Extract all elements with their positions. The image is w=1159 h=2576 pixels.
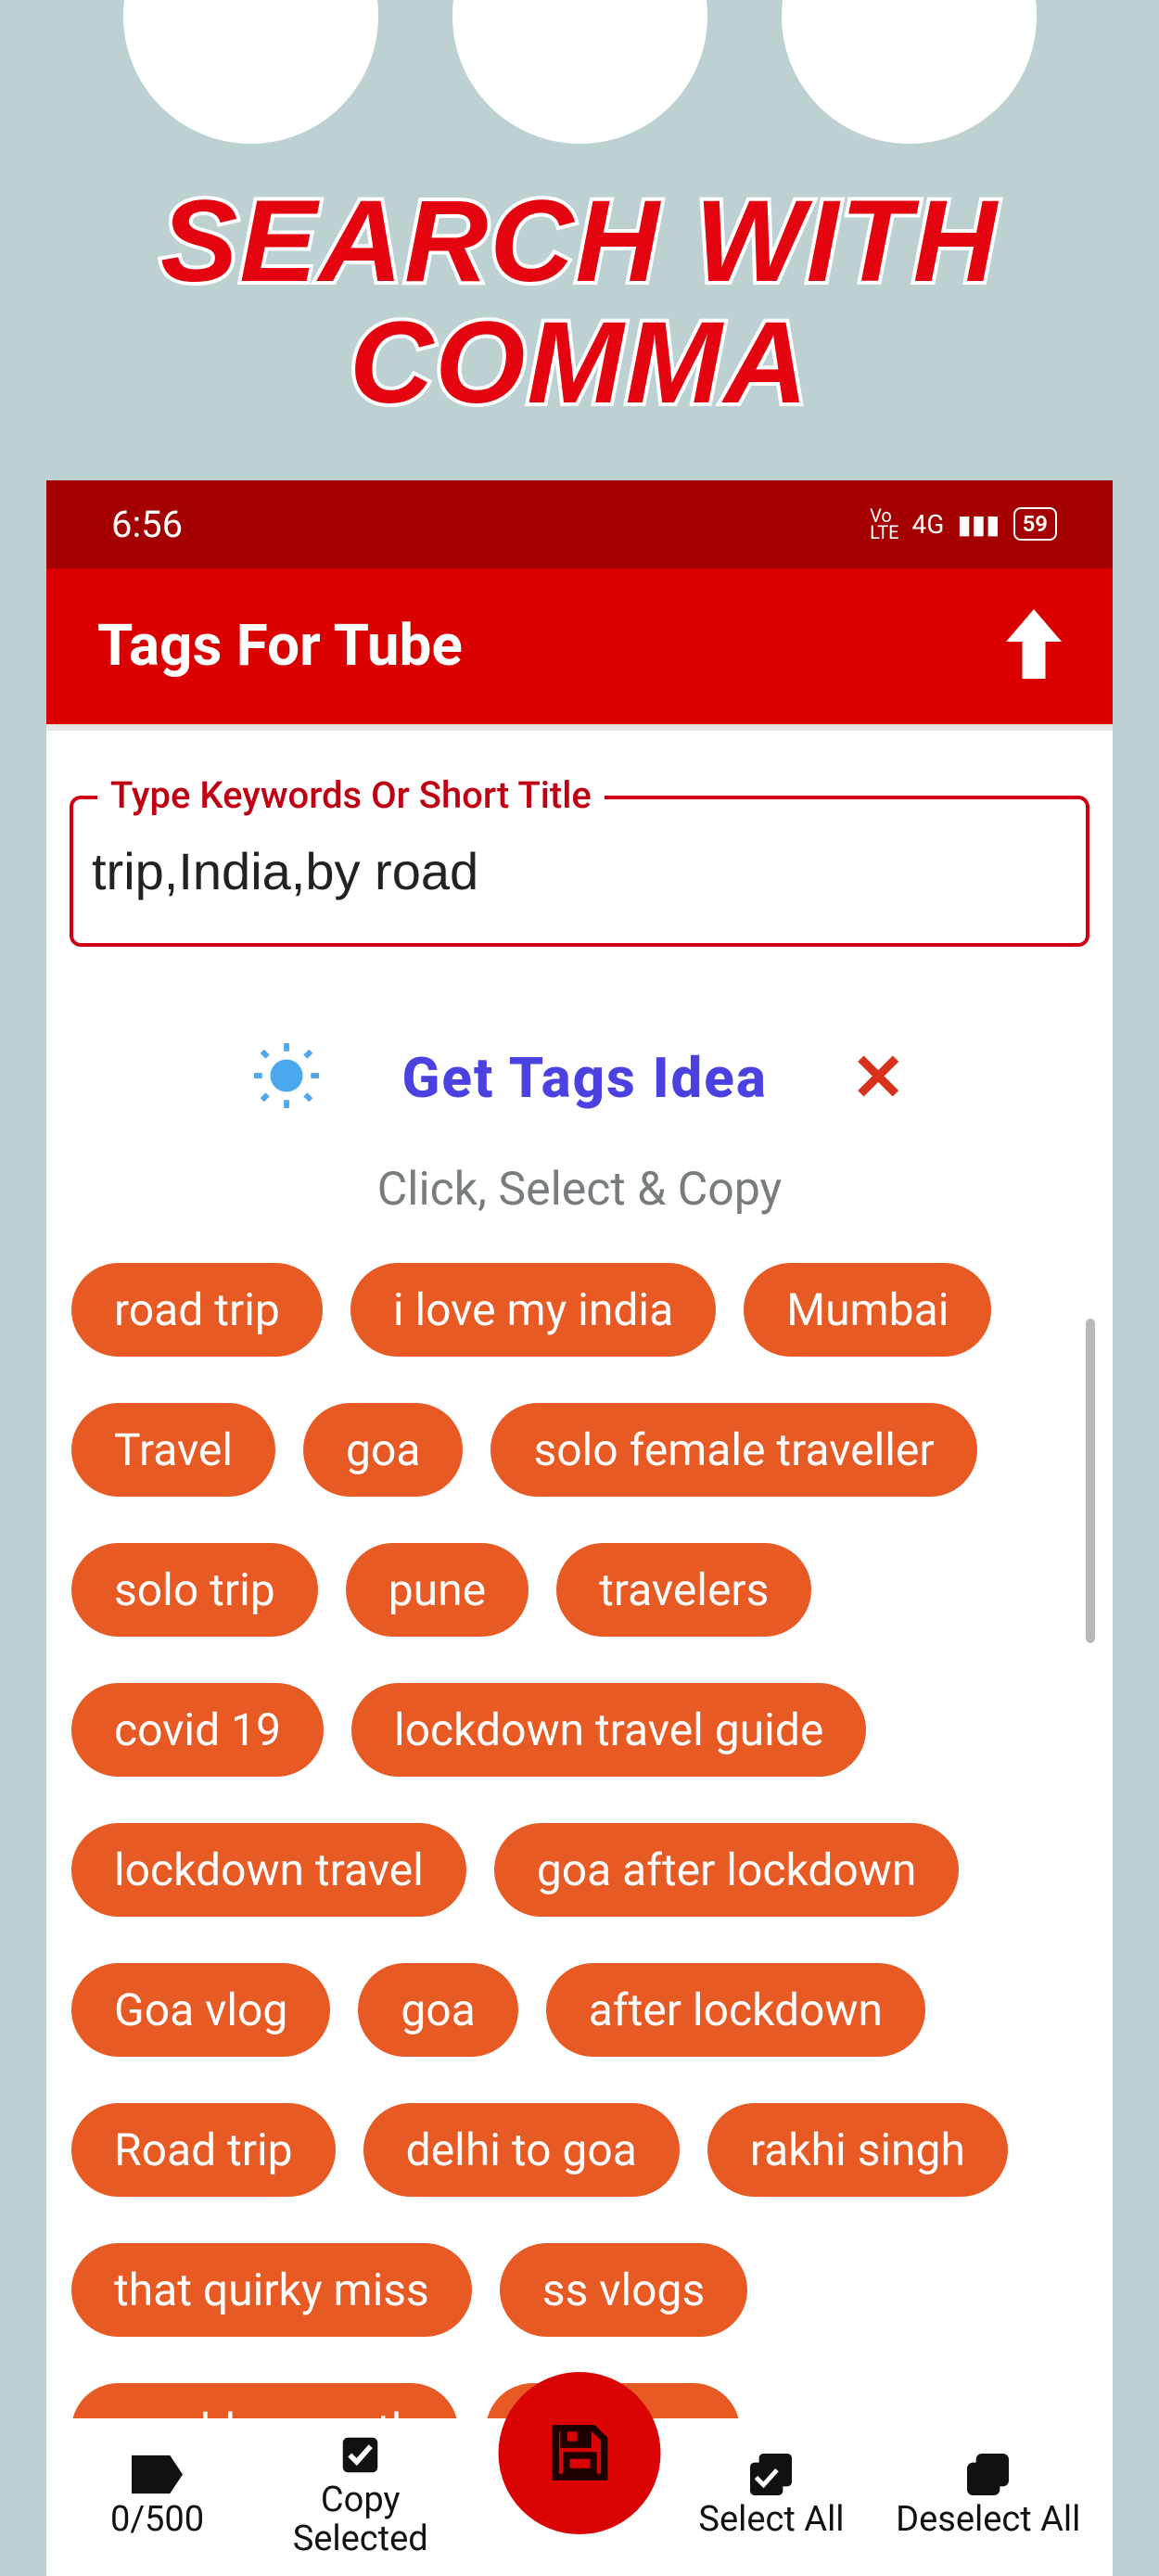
- get-tags-button[interactable]: Get Tags Idea: [402, 1045, 768, 1111]
- headline-text: SEARCH WITH COMMA: [9, 181, 1150, 425]
- get-tags-row: Get Tags Idea ✕: [60, 1039, 1099, 1116]
- tag-chip[interactable]: pune: [346, 1543, 529, 1637]
- upload-icon[interactable]: [1006, 609, 1062, 682]
- app-title: Tags For Tube: [97, 612, 463, 680]
- tag-chip[interactable]: solo female traveller: [490, 1403, 976, 1497]
- decorative-circles: [0, 0, 1159, 144]
- deselect-all-button[interactable]: Deselect All: [896, 2454, 1080, 2540]
- save-icon: [547, 2420, 612, 2485]
- instruction-text: Click, Select & Copy: [60, 1163, 1099, 1217]
- tag-chip[interactable]: goa after lockdown: [494, 1823, 960, 1917]
- select-all-label: Select All: [698, 2501, 844, 2540]
- tag-chip[interactable]: Mumbai: [744, 1263, 991, 1357]
- battery-icon: 59: [1013, 507, 1057, 541]
- tag-chip[interactable]: lockdown travel guide: [351, 1683, 866, 1777]
- network-icon: 4G: [912, 509, 945, 540]
- phone-frame: 6:56 VoLTE 4G ▮▮▮ 59 Tags For Tube Type …: [46, 480, 1113, 2576]
- copy-selected-button[interactable]: CopySelected: [282, 2434, 439, 2559]
- tag-chip[interactable]: ss vlogs: [500, 2243, 747, 2337]
- counter-text: 0/500: [110, 2501, 204, 2540]
- scrollbar[interactable]: [1086, 1319, 1095, 1643]
- status-time: 6:56: [111, 503, 183, 546]
- status-right: VoLTE 4G ▮▮▮ 59: [870, 507, 1057, 541]
- tag-chip[interactable]: covid 19: [71, 1683, 324, 1777]
- save-fab[interactable]: [499, 2372, 661, 2534]
- signal-icon: ▮▮▮: [957, 509, 1000, 540]
- tag-chip[interactable]: i love my india: [350, 1263, 716, 1357]
- select-all-button[interactable]: Select All: [693, 2454, 850, 2540]
- tag-chip[interactable]: goa: [303, 1403, 463, 1497]
- search-input[interactable]: [70, 796, 1089, 947]
- circle: [782, 0, 1037, 144]
- lightbulb-icon: [254, 1043, 319, 1112]
- search-field-label: Type Keywords Or Short Title: [97, 773, 605, 817]
- tag-chip[interactable]: road trip: [71, 1263, 323, 1357]
- tag-chip[interactable]: delhi to goa: [363, 2103, 680, 2197]
- counter-item: 0/500: [79, 2454, 236, 2540]
- content-area: Type Keywords Or Short Title Get Tags Id…: [46, 731, 1113, 2576]
- tag-chip[interactable]: goa: [358, 1963, 517, 2057]
- circle: [452, 0, 707, 144]
- tag-chip[interactable]: Road trip: [71, 2103, 336, 2197]
- search-field-wrap: Type Keywords Or Short Title: [70, 796, 1089, 947]
- circle: [123, 0, 378, 144]
- volte-icon: VoLTE: [870, 507, 898, 541]
- status-bar: 6:56 VoLTE 4G ▮▮▮ 59: [46, 480, 1113, 568]
- tag-chip[interactable]: lockdown travel: [71, 1823, 466, 1917]
- tag-chip[interactable]: travelers: [556, 1543, 811, 1637]
- tag-chip[interactable]: Travel: [71, 1403, 275, 1497]
- close-icon[interactable]: ✕: [851, 1039, 906, 1116]
- tag-chip[interactable]: that quirky miss: [71, 2243, 472, 2337]
- tag-chip[interactable]: after lockdown: [546, 1963, 925, 2057]
- tag-chip[interactable]: rakhi singh: [707, 2103, 1008, 2197]
- tag-chip[interactable]: Goa vlog: [71, 1963, 330, 2057]
- tag-chip[interactable]: solo trip: [71, 1543, 318, 1637]
- copy-label: CopySelected: [293, 2481, 428, 2559]
- deselect-all-label: Deselect All: [896, 2501, 1080, 2540]
- app-bar: Tags For Tube: [46, 568, 1113, 731]
